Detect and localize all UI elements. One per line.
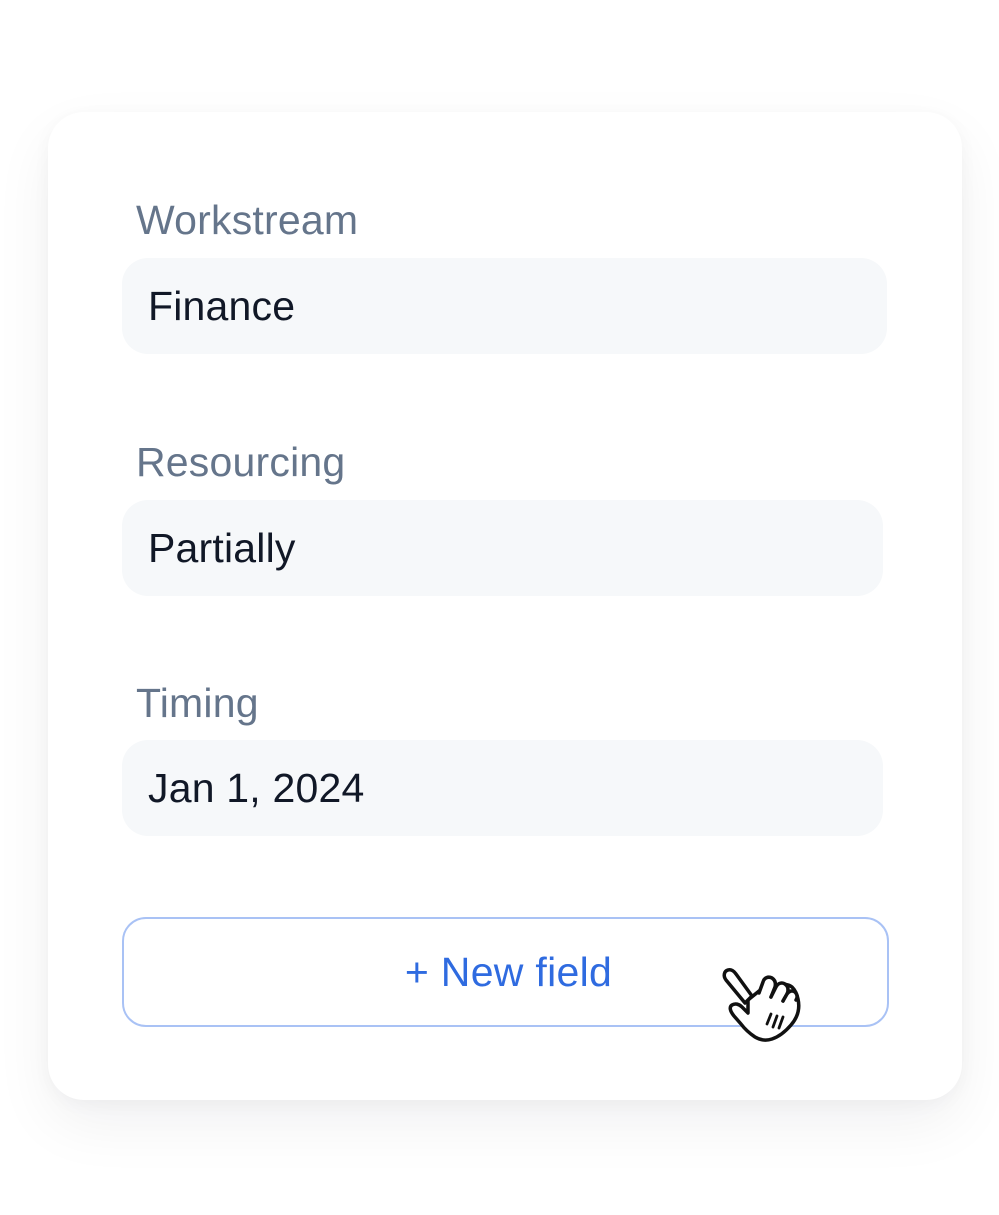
workstream-field[interactable]: Finance — [122, 258, 887, 354]
timing-field[interactable]: Jan 1, 2024 — [122, 740, 883, 836]
workstream-label: Workstream — [136, 197, 359, 243]
resourcing-field[interactable]: Partially — [122, 500, 883, 596]
new-field-button[interactable]: + New field — [122, 917, 889, 1027]
timing-label: Timing — [136, 680, 259, 726]
new-field-button-label: + New field — [404, 948, 613, 995]
resourcing-label: Resourcing — [136, 439, 346, 485]
